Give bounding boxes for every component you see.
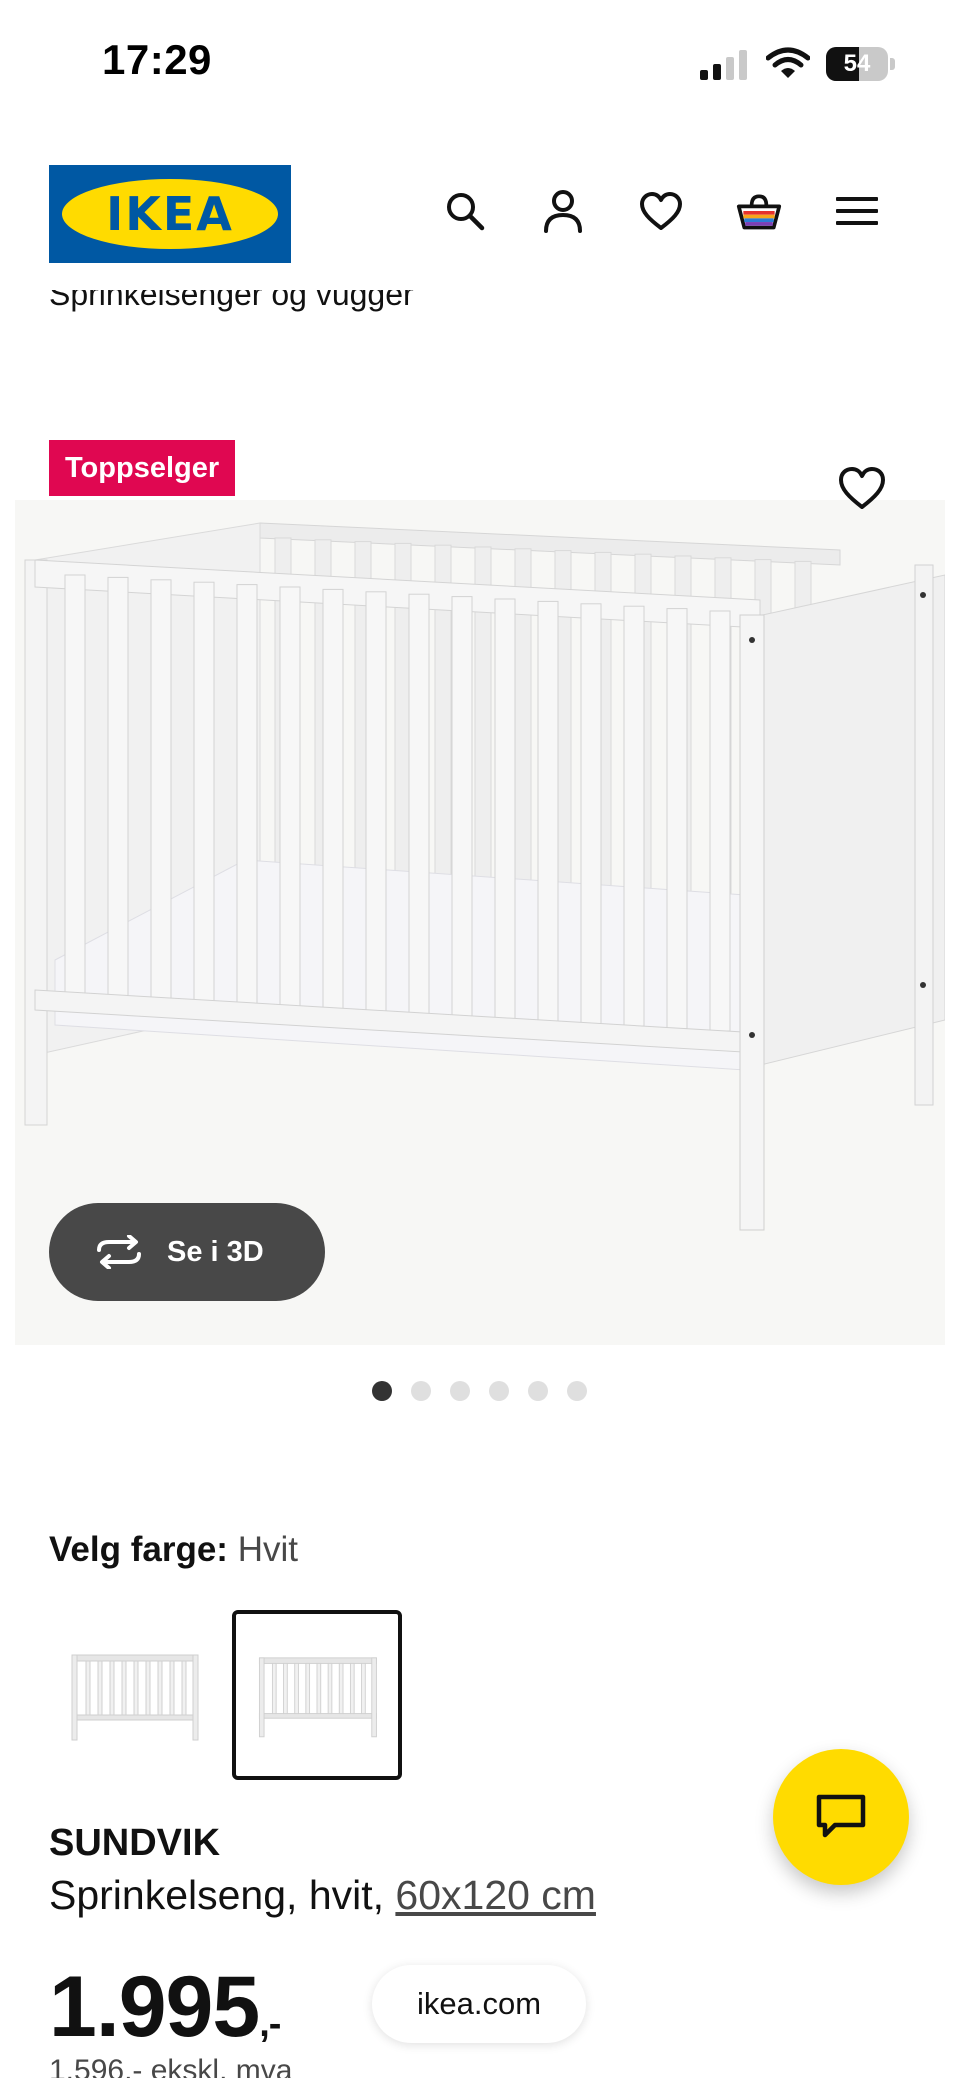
status-bar: 17:29 54: [0, 0, 960, 130]
search-icon[interactable]: [442, 188, 488, 234]
product-price: 1.995,-: [49, 1958, 281, 2057]
product-name: SUNDVIK: [49, 1822, 221, 1864]
top-seller-badge: Toppselger: [49, 440, 236, 496]
gallery-dot-2[interactable]: [411, 1381, 431, 1401]
color-swatch-1[interactable]: [49, 1610, 219, 1780]
gallery-dot-5[interactable]: [528, 1381, 548, 1401]
price-excl-vat: 1.596,- ekskl. mva: [49, 2054, 293, 2078]
product-size-link[interactable]: 60x120 cm: [395, 1872, 596, 1918]
status-time: 17:29: [102, 36, 212, 83]
color-selector-label: Velg farge: Hvit: [49, 1530, 298, 1570]
see-in-3d-label: Se i 3D: [167, 1235, 264, 1268]
breadcrumb-container: Sprinkelsenger og vugger: [0, 290, 960, 320]
gallery-dot-3[interactable]: [450, 1381, 470, 1401]
gallery-dot-6[interactable]: [567, 1381, 587, 1401]
menu-icon[interactable]: [834, 188, 880, 234]
cart-icon[interactable]: [736, 188, 782, 234]
signal-icon: [700, 50, 747, 80]
color-value: Hvit: [237, 1530, 298, 1569]
favourites-icon[interactable]: [638, 188, 684, 234]
ikea-logo[interactable]: IKEA: [49, 165, 291, 263]
site-header: IKEA: [0, 130, 960, 290]
color-swatch-2[interactable]: [232, 1610, 402, 1780]
breadcrumb[interactable]: Sprinkelsenger og vugger: [49, 290, 414, 313]
wifi-icon: [766, 47, 810, 78]
see-in-3d-button[interactable]: Se i 3D: [49, 1203, 325, 1301]
gallery-pagination: [372, 1381, 587, 1401]
crib-product-image: [24, 522, 945, 1231]
price-suffix: ,-: [259, 2003, 281, 2045]
product-description-text: Sprinkelseng, hvit,: [49, 1872, 396, 1918]
product-description: Sprinkelseng, hvit, 60x120 cm: [49, 1872, 596, 1919]
chat-button[interactable]: [773, 1749, 909, 1885]
battery-percent: 54: [843, 50, 871, 77]
swatch-thumbnail: [258, 1657, 377, 1738]
battery-indicator: 54: [826, 47, 896, 81]
price-value: 1.995: [49, 1959, 260, 2055]
color-label: Velg farge:: [49, 1530, 228, 1569]
gallery-dot-4[interactable]: [489, 1381, 509, 1401]
chat-icon: [816, 1794, 866, 1838]
logo-text: IKEA: [106, 187, 234, 241]
gallery-dot-1[interactable]: [372, 1381, 392, 1401]
browser-url-bar[interactable]: ikea.com: [372, 1965, 586, 2043]
swatch-thumbnail: [71, 1654, 199, 1741]
rotate-3d-icon: [97, 1235, 141, 1269]
account-icon[interactable]: [540, 188, 586, 234]
